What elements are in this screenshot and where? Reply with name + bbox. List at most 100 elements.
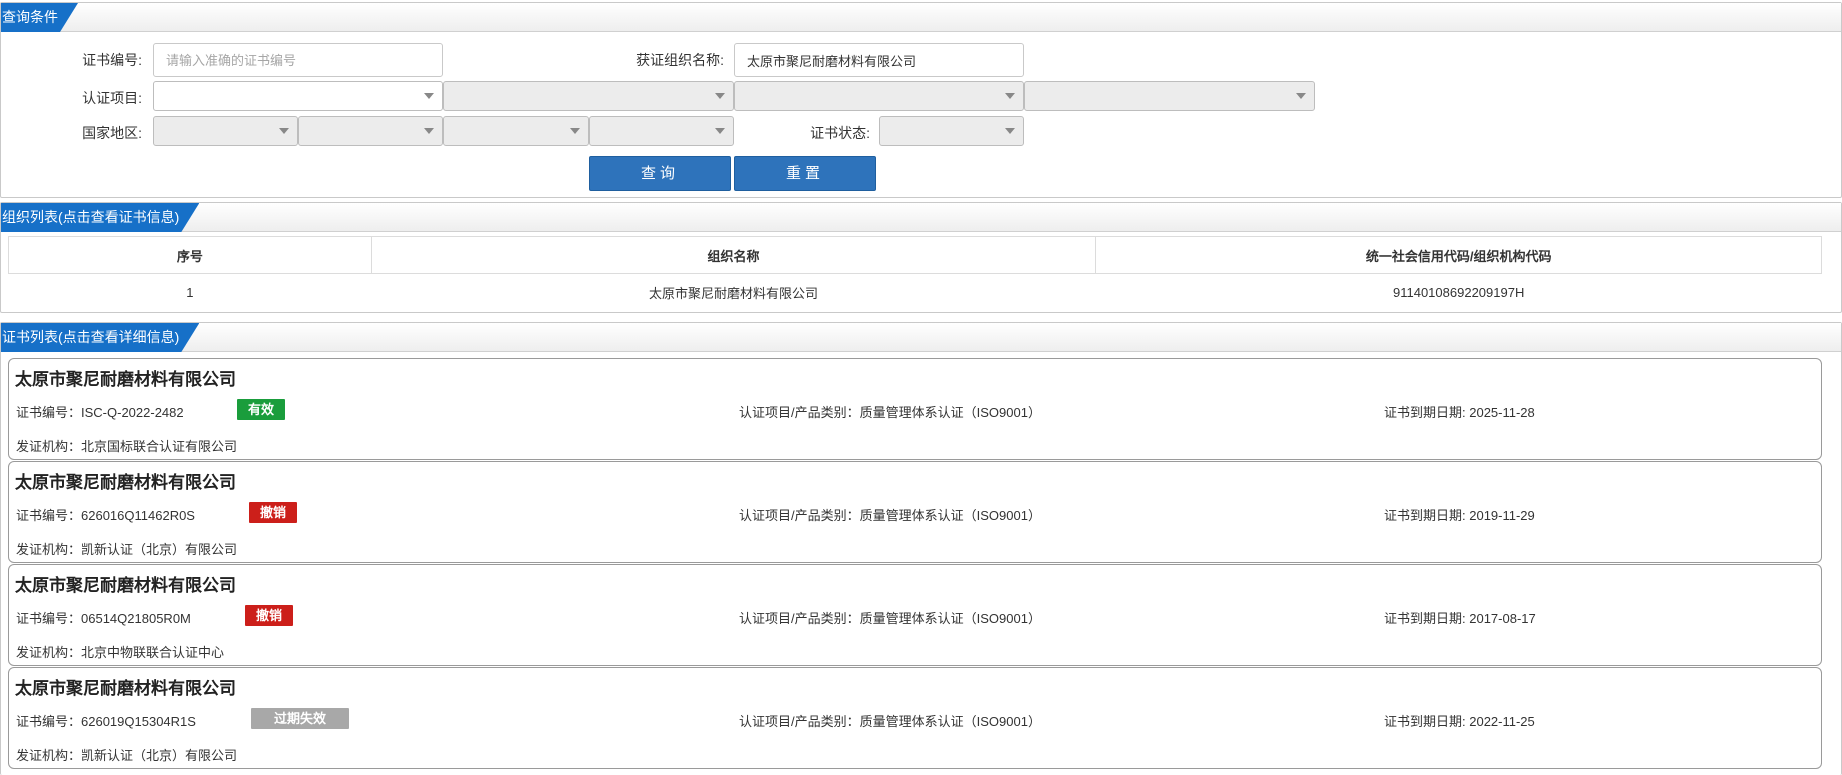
chevron-down-icon xyxy=(1296,93,1306,99)
cert-card-issuer: 发证机构：凯新认证（北京）有限公司 xyxy=(16,539,237,558)
org-list-panel-header: 组织列表(点击查看证书信息) xyxy=(1,203,1841,232)
chevron-down-icon xyxy=(279,128,289,134)
cert-list-panel-title: 证书列表(点击查看详细信息) xyxy=(1,323,199,352)
country-label: 国家地区: xyxy=(82,125,142,141)
query-panel-title: 查询条件 xyxy=(1,3,78,32)
expiry-prefix: 证书到期日期: xyxy=(1384,714,1470,729)
org-table: 序号 组织名称 统一社会信用代码/组织机构代码 1 太原市聚尼耐磨材料有限公司 … xyxy=(8,236,1822,310)
query-panel-header: 查询条件 xyxy=(1,3,1841,32)
column-header-index: 序号 xyxy=(8,236,372,274)
org-list-panel-title: 组织列表(点击查看证书信息) xyxy=(1,203,199,232)
issuer-value: 凯新认证（北京）有限公司 xyxy=(81,542,238,557)
expiry-value: 2022-11-25 xyxy=(1469,714,1535,729)
cert-no-prefix: 证书编号： xyxy=(16,405,82,420)
issuer-value: 北京中物联联合认证中心 xyxy=(81,645,225,660)
item-prefix: 认证项目/产品类别： xyxy=(739,714,860,729)
cert-card-org-name: 太原市聚尼耐磨材料有限公司 xyxy=(15,679,236,698)
cert-card-expiry: 证书到期日期: 2022-11-25 xyxy=(1384,711,1535,730)
item-value: 质量管理体系认证（ISO9001） xyxy=(859,714,1041,729)
cert-card-issuer: 发证机构：北京中物联联合认证中心 xyxy=(16,642,224,661)
cert-card[interactable]: 太原市聚尼耐磨材料有限公司证书编号：626019Q15304R1S 过期失效 认证项… xyxy=(8,667,1822,769)
cert-no-prefix: 证书编号： xyxy=(16,714,82,729)
status-badge: 过期失效 xyxy=(251,708,349,729)
table-row[interactable]: 1 太原市聚尼耐磨材料有限公司 91140108692209197H xyxy=(9,274,1822,311)
org-table-header: 序号 组织名称 统一社会信用代码/组织机构代码 xyxy=(8,236,1822,274)
item-prefix: 认证项目/产品类别： xyxy=(739,405,860,420)
issuer-prefix: 发证机构： xyxy=(16,748,82,763)
cert-card-cert-no: 证书编号：626016Q11462R0S xyxy=(16,505,195,524)
cert-item-select-2[interactable] xyxy=(443,81,734,111)
cert-no-value: 06514Q21805R0M xyxy=(81,611,191,626)
cert-card-org-name: 太原市聚尼耐磨材料有限公司 xyxy=(15,473,236,492)
cert-card-expiry: 证书到期日期: 2019-11-29 xyxy=(1384,505,1535,524)
status-badge: 撤销 xyxy=(249,502,297,523)
cert-card-item: 认证项目/产品类别：质量管理体系认证（ISO9001） xyxy=(739,402,1041,421)
cert-card-org-name: 太原市聚尼耐磨材料有限公司 xyxy=(15,370,236,389)
cert-card-item: 认证项目/产品类别：质量管理体系认证（ISO9001） xyxy=(739,505,1041,524)
item-value: 质量管理体系认证（ISO9001） xyxy=(859,405,1041,420)
issuer-prefix: 发证机构： xyxy=(16,439,82,454)
chevron-down-icon xyxy=(1005,128,1015,134)
column-header-org-name: 组织名称 xyxy=(370,236,1097,274)
cert-card-issuer: 发证机构：北京国标联合认证有限公司 xyxy=(16,436,237,455)
query-button[interactable]: 查询 xyxy=(589,156,731,191)
cert-list-panel-header: 证书列表(点击查看详细信息) xyxy=(1,323,1841,352)
status-badge: 有效 xyxy=(237,399,285,420)
cert-card[interactable]: 太原市聚尼耐磨材料有限公司 证书编号：06514Q21805R0M 撤销 认证项目/产… xyxy=(8,564,1822,666)
cert-no-prefix: 证书编号： xyxy=(16,508,82,523)
org-name-input[interactable] xyxy=(734,43,1024,77)
issuer-value: 凯新认证（北京）有限公司 xyxy=(81,748,238,763)
country-select-2[interactable] xyxy=(298,116,443,146)
cert-item-select-1[interactable] xyxy=(153,81,443,111)
item-value: 质量管理体系认证（ISO9001） xyxy=(859,611,1041,626)
chevron-down-icon xyxy=(424,93,434,99)
column-header-credit-code: 统一社会信用代码/组织机构代码 xyxy=(1095,236,1822,274)
country-select-3[interactable] xyxy=(443,116,589,146)
status-badge: 撤销 xyxy=(245,605,293,626)
row-org-name: 太原市聚尼耐磨材料有限公司 xyxy=(649,285,819,301)
row-credit-code: 91140108692209197H xyxy=(1393,284,1525,300)
cert-card[interactable]: 太原市聚尼耐磨材料有限公司 证书编号：ISC-Q-2022-2482 有效 认证项目/… xyxy=(8,358,1822,460)
issuer-prefix: 发证机构： xyxy=(16,645,82,660)
chevron-down-icon xyxy=(1005,93,1015,99)
cert-no-value: 626019Q15304R1S xyxy=(81,714,196,729)
expiry-value: 2017-08-17 xyxy=(1469,611,1536,626)
cert-card-issuer: 发证机构：凯新认证（北京）有限公司 xyxy=(16,745,237,764)
cert-card-cert-no: 证书编号：06514Q21805R0M xyxy=(16,608,191,627)
chevron-down-icon xyxy=(715,128,725,134)
country-select-1[interactable] xyxy=(153,116,298,146)
cert-item-select-3[interactable] xyxy=(734,81,1024,111)
cert-status-select[interactable] xyxy=(879,116,1024,146)
cert-no-value: ISC-Q-2022-2482 xyxy=(81,405,184,420)
cert-card[interactable]: 太原市聚尼耐磨材料有限公司 证书编号：626016Q11462R0S 撤销 认证项目/… xyxy=(8,461,1822,563)
cert-card-item: 认证项目/产品类别：质量管理体系认证（ISO9001） xyxy=(739,711,1041,730)
cert-no-value: 626016Q11462R0S xyxy=(81,508,195,523)
cert-no-label: 证书编号: xyxy=(82,52,142,68)
cert-item-label: 认证项目: xyxy=(82,90,142,106)
issuer-value: 北京国标联合认证有限公司 xyxy=(81,439,238,454)
expiry-value: 2025-11-28 xyxy=(1469,405,1535,420)
chevron-down-icon xyxy=(424,128,434,134)
org-name-label: 获证组织名称: xyxy=(636,52,724,68)
expiry-prefix: 证书到期日期: xyxy=(1384,611,1470,626)
country-select-4[interactable] xyxy=(589,116,734,146)
cert-card-org-name: 太原市聚尼耐磨材料有限公司 xyxy=(15,576,236,595)
cert-status-label: 证书状态: xyxy=(810,125,870,141)
row-index: 1 xyxy=(186,284,194,300)
chevron-down-icon xyxy=(570,128,580,134)
expiry-prefix: 证书到期日期: xyxy=(1384,508,1470,523)
issuer-prefix: 发证机构： xyxy=(16,542,82,557)
cert-card-item: 认证项目/产品类别：质量管理体系认证（ISO9001） xyxy=(739,608,1041,627)
cert-no-prefix: 证书编号： xyxy=(16,611,82,626)
cert-item-select-4[interactable] xyxy=(1024,81,1315,111)
cert-card-expiry: 证书到期日期: 2025-11-28 xyxy=(1384,402,1535,421)
item-prefix: 认证项目/产品类别： xyxy=(739,611,860,626)
cert-no-input[interactable] xyxy=(153,43,443,77)
reset-button[interactable]: 重置 xyxy=(734,156,876,191)
item-prefix: 认证项目/产品类别： xyxy=(739,508,860,523)
cert-card-expiry: 证书到期日期: 2017-08-17 xyxy=(1384,608,1536,627)
cert-card-cert-no: 证书编号：ISC-Q-2022-2482 xyxy=(16,402,184,421)
expiry-value: 2019-11-29 xyxy=(1469,508,1535,523)
chevron-down-icon xyxy=(715,93,725,99)
item-value: 质量管理体系认证（ISO9001） xyxy=(859,508,1041,523)
